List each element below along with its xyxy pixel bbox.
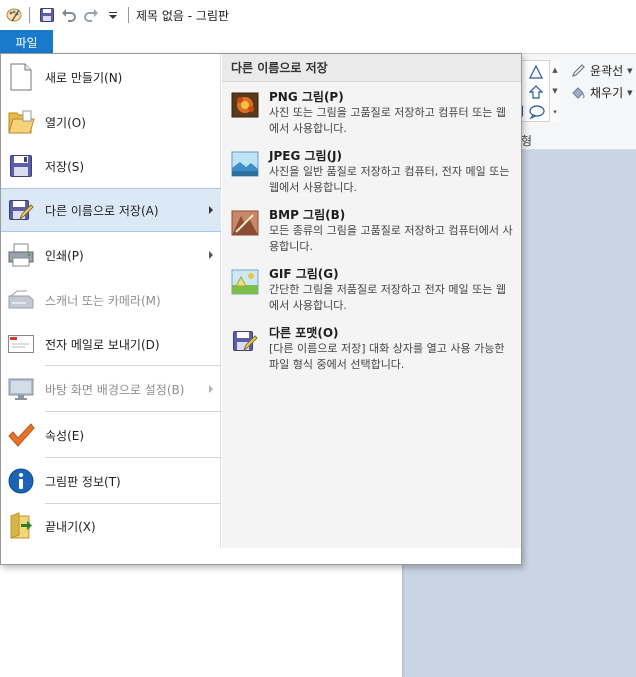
menu-item-save[interactable]: 저장(S) (1, 144, 221, 188)
info-icon (7, 467, 35, 495)
menu-item-open[interactable]: 열기(O) (1, 100, 221, 144)
triangle-shape-icon[interactable] (529, 65, 543, 79)
new-file-icon (7, 63, 35, 91)
menu-item-label: 속성(E) (45, 428, 85, 443)
file-menu-commands: 새로 만들기(N) 열기(O) 저장(S) 다른 이름으로 저장(A) 인쇄(P… (1, 54, 221, 548)
menu-item-scanner: 스캐너 또는 카메라(M) (1, 278, 221, 322)
save-as-item-title: 다른 포맷(O) (269, 326, 339, 340)
save-as-item-description: [다른 이름으로 저장] 대화 상자를 열고 사용 가능한 파일 형식 중에서 … (269, 342, 505, 371)
menu-item-label: 열기(O) (45, 115, 86, 130)
chevron-down-icon: ▼ (627, 88, 633, 97)
menu-item-label: 새로 만들기(N) (45, 70, 123, 85)
menu-item-about[interactable]: 그림판 정보(T) (1, 458, 221, 504)
arrow-up-shape-icon[interactable] (529, 85, 543, 99)
save-as-item-description: 간단한 그림을 저품질로 저장하고 전자 메일 또는 웹에서 사용합니다. (269, 283, 506, 312)
submenu-arrow-icon (209, 385, 213, 393)
fill-bucket-icon (572, 86, 585, 99)
save-as-item-description: 모든 종류의 그림을 고품질로 저장하고 컴퓨터에서 사용합니다. (269, 224, 513, 253)
menu-item-label: 끝내기(X) (45, 519, 96, 534)
submenu-arrow-icon (209, 251, 213, 259)
menu-item-label: 다른 이름으로 저장(A) (45, 203, 159, 218)
png-icon (230, 90, 260, 120)
save-icon[interactable] (37, 5, 57, 25)
redo-icon[interactable] (81, 5, 101, 25)
email-icon (7, 330, 35, 358)
save-as-gif[interactable]: GIF 그림(G) 간단한 그림을 저품질로 저장하고 전자 메일 또는 웹에서… (222, 265, 521, 321)
menu-item-save-as[interactable]: 다른 이름으로 저장(A) (1, 188, 221, 232)
save-as-icon (7, 196, 35, 224)
menu-item-new[interactable]: 새로 만들기(N) (1, 54, 221, 100)
menu-item-label: 전자 메일로 보내기(D) (45, 337, 160, 352)
customize-dropdown-icon[interactable] (103, 5, 123, 25)
bmp-icon (230, 208, 260, 238)
shapes-group-label: 형 (521, 134, 533, 148)
save-as-item-description: 사진 또는 그림을 고품질로 저장하고 컴퓨터 또는 웹에서 사용합니다. (269, 106, 506, 135)
save-as-other-formats[interactable]: 다른 포맷(O) [다른 이름으로 저장] 대화 상자를 열고 사용 가능한 파… (222, 324, 521, 380)
file-menu-footer (1, 548, 521, 564)
chevron-down-icon: ▼ (627, 66, 633, 75)
file-menu: 새로 만들기(N) 열기(O) 저장(S) 다른 이름으로 저장(A) 인쇄(P… (0, 53, 522, 565)
scanner-icon (7, 286, 35, 314)
outline-button[interactable]: 윤곽선 ▼ (570, 62, 633, 79)
jpeg-icon (230, 149, 260, 179)
menu-item-exit[interactable]: 끝내기(X) (1, 504, 221, 548)
gallery-expand-icon[interactable]: ▾ (553, 108, 557, 116)
menu-item-print[interactable]: 인쇄(P) (1, 232, 221, 278)
scroll-up-icon[interactable]: ▲ (552, 66, 557, 74)
title-bar: 제목 없음 - 그림판 (0, 0, 636, 30)
menu-item-label: 저장(S) (45, 159, 85, 174)
save-as-png[interactable]: PNG 그림(P) 사진 또는 그림을 고품질로 저장하고 컴퓨터 또는 웹에서… (222, 88, 521, 144)
ribbon-tab-bar: 파일 (0, 30, 636, 54)
save-as-jpeg[interactable]: JPEG 그림(J) 사진을 일반 품질로 저장하고 컴퓨터, 전자 메일 또는… (222, 147, 521, 203)
scroll-down-icon[interactable]: ▼ (552, 87, 557, 95)
exit-icon (7, 512, 35, 540)
save-as-item-title: BMP 그림(B) (269, 208, 346, 222)
menu-item-label: 인쇄(P) (45, 248, 84, 263)
outline-label: 윤곽선 (590, 64, 624, 78)
fill-button[interactable]: 채우기 ▼ (570, 84, 633, 101)
menu-item-set-desktop-background: 바탕 화면 배경으로 설정(B) (1, 366, 221, 412)
menu-item-email[interactable]: 전자 메일로 보내기(D) (1, 322, 221, 366)
save-icon (7, 152, 35, 180)
save-as-item-title: JPEG 그림(J) (269, 149, 342, 163)
checkmark-icon (7, 421, 35, 449)
submenu-header: 다른 이름으로 저장 (222, 54, 521, 82)
qa-separator (128, 7, 129, 23)
shapes-gallery-scroll[interactable]: ▲ ▼ ▾ (549, 60, 560, 122)
other-formats-icon (230, 326, 260, 356)
callout-shape-icon[interactable] (529, 105, 545, 119)
desktop-background-icon (7, 375, 35, 403)
outline-pencil-icon (572, 63, 585, 77)
printer-icon (7, 241, 35, 269)
window-title: 제목 없음 - 그림판 (136, 8, 230, 23)
save-as-item-description: 사진을 일반 품질로 저장하고 컴퓨터, 전자 메일 또는 웹에서 사용합니다. (269, 165, 510, 194)
menu-item-label: 바탕 화면 배경으로 설정(B) (45, 382, 185, 397)
paint-app-icon[interactable] (4, 5, 24, 25)
qa-separator (29, 7, 30, 23)
tab-file[interactable]: 파일 (0, 30, 53, 54)
menu-item-properties[interactable]: 속성(E) (1, 412, 221, 458)
gif-icon (230, 267, 260, 297)
submenu-arrow-icon (209, 206, 213, 214)
save-as-bmp[interactable]: BMP 그림(B) 모든 종류의 그림을 고품질로 저장하고 컴퓨터에서 사용합… (222, 206, 521, 262)
save-as-submenu: 다른 이름으로 저장 PNG 그림(P) 사진 또는 그림을 고품질로 저장하고… (222, 54, 521, 548)
menu-item-label: 그림판 정보(T) (45, 474, 121, 489)
fill-label: 채우기 (590, 86, 624, 100)
save-as-item-title: GIF 그림(G) (269, 267, 339, 281)
save-as-item-title: PNG 그림(P) (269, 90, 344, 104)
menu-item-label: 스캐너 또는 카메라(M) (45, 293, 161, 308)
undo-icon[interactable] (59, 5, 79, 25)
open-folder-icon (7, 108, 35, 136)
